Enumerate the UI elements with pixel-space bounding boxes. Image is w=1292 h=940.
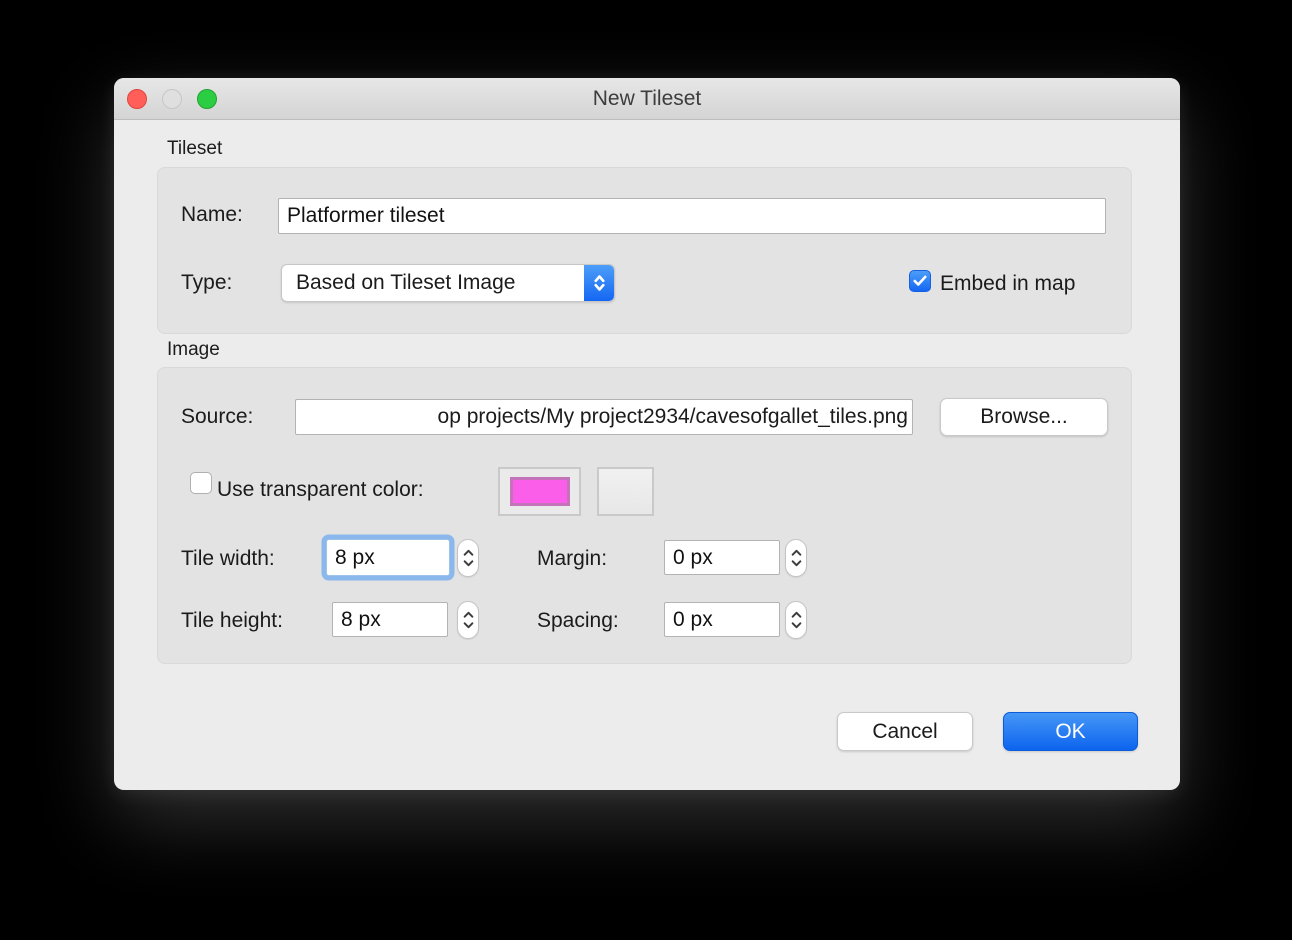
chevron-up-down-icon: [584, 265, 614, 301]
margin-input[interactable]: [664, 540, 780, 575]
title-bar[interactable]: New Tileset: [114, 78, 1180, 120]
stepper-down-icon[interactable]: [786, 558, 806, 576]
tile-height-label: Tile height:: [181, 609, 283, 633]
spacing-input[interactable]: [664, 602, 780, 637]
color-swatch: [510, 477, 570, 506]
stepper-up-icon[interactable]: [786, 602, 806, 620]
embed-in-map-label: Embed in map: [940, 272, 1075, 296]
ok-button-label: OK: [1055, 720, 1085, 744]
new-tileset-dialog: New Tileset Tileset Name: Type: Based on…: [114, 78, 1180, 790]
stepper-down-icon[interactable]: [786, 620, 806, 638]
stepper-up-icon[interactable]: [458, 540, 478, 558]
name-input[interactable]: [278, 198, 1106, 234]
type-dropdown-value: Based on Tileset Image: [282, 271, 584, 295]
embed-in-map-checkbox[interactable]: [909, 270, 931, 292]
use-transparent-color-label: Use transparent color:: [217, 478, 424, 502]
transparent-color-swatch-button[interactable]: [498, 467, 581, 516]
source-label: Source:: [181, 405, 253, 429]
image-section-label: Image: [167, 339, 220, 361]
name-label: Name:: [181, 203, 243, 227]
stepper-down-icon[interactable]: [458, 620, 478, 638]
margin-stepper[interactable]: [785, 539, 807, 577]
zoom-button[interactable]: [197, 89, 217, 109]
tileset-section-label: Tileset: [167, 138, 222, 160]
type-label: Type:: [181, 271, 232, 295]
source-input[interactable]: op projects/My project2934/cavesofgallet…: [295, 399, 913, 435]
stepper-down-icon[interactable]: [458, 558, 478, 576]
type-dropdown[interactable]: Based on Tileset Image: [281, 264, 615, 302]
source-input-value: op projects/My project2934/cavesofgallet…: [438, 405, 908, 429]
ok-button[interactable]: OK: [1003, 712, 1138, 751]
close-button[interactable]: [127, 89, 147, 109]
tile-height-stepper[interactable]: [457, 601, 479, 639]
minimize-button: [162, 89, 182, 109]
spacing-label: Spacing:: [537, 609, 619, 633]
window-title: New Tileset: [114, 78, 1180, 120]
checkmark-icon: [913, 275, 927, 287]
browse-button[interactable]: Browse...: [940, 398, 1108, 436]
tile-width-input[interactable]: [326, 539, 450, 576]
tile-width-label: Tile width:: [181, 547, 275, 571]
stepper-up-icon[interactable]: [786, 540, 806, 558]
spacing-stepper[interactable]: [785, 601, 807, 639]
tile-width-stepper[interactable]: [457, 539, 479, 577]
stepper-up-icon[interactable]: [458, 602, 478, 620]
tileset-groupbox: [157, 167, 1132, 334]
cancel-button-label: Cancel: [872, 720, 937, 744]
use-transparent-color-checkbox[interactable]: [190, 472, 212, 494]
cancel-button[interactable]: Cancel: [837, 712, 973, 751]
margin-label: Margin:: [537, 547, 607, 571]
color-picker-button[interactable]: [597, 467, 654, 516]
browse-button-label: Browse...: [980, 405, 1068, 429]
tile-height-input[interactable]: [332, 602, 448, 637]
